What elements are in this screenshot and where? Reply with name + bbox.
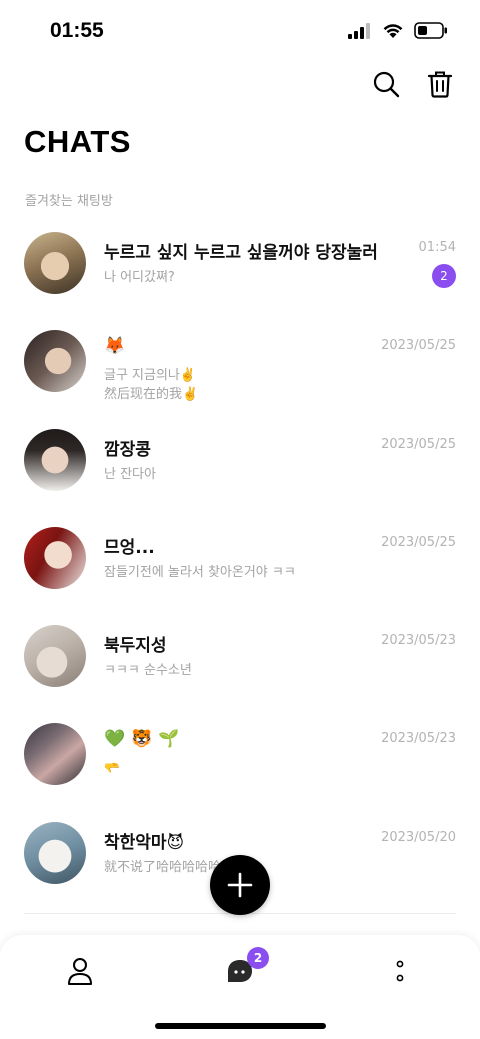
home-indicator (155, 1023, 326, 1029)
avatar (24, 526, 86, 589)
chat-name: 누르고 싶지 누르고 싶을꺼야 당장눌러 (104, 243, 378, 263)
chat-row[interactable]: 북두지성 ㅋㅋㅋ 순수소년 2023/05/23 (0, 607, 480, 705)
avatar (24, 625, 86, 688)
favorites-section-label: 즐겨찾는 채팅방 (25, 194, 113, 209)
chat-time: 2023/05/25 (381, 338, 456, 354)
chats-tab-badge: 2 (247, 947, 269, 969)
chat-time: 2023/05/23 (381, 731, 456, 747)
status-time: 01:55 (50, 19, 104, 42)
avatar (24, 821, 86, 884)
person-icon (68, 958, 92, 985)
avatar (24, 330, 86, 393)
chat-preview-line: 然后现在的我✌️ (104, 387, 199, 403)
avatar (24, 428, 86, 491)
more-icon (396, 960, 404, 982)
chat-preview: 나 어디갔쪄? (104, 270, 175, 285)
chat-row[interactable]: 🦊 글구 지금의나✌️ 然后现在的我✌️ 2023/05/25 (0, 312, 480, 410)
chat-name: 깜장콩 (104, 439, 151, 460)
chat-preview: 난 잔다아 (104, 466, 156, 482)
chat-row[interactable]: 므엉... 잠들기전에 놀라서 찾아온거야 ㅋㅋ 2023/05/25 (0, 509, 480, 607)
chat-preview-line: 글구 지금의나✌️ (104, 368, 197, 384)
unread-badge: 2 (432, 264, 456, 288)
chat-preview: 🫳 (104, 761, 121, 777)
wifi-icon (383, 23, 403, 38)
avatar (24, 723, 86, 786)
chat-time: 2023/05/25 (381, 534, 456, 550)
chat-name: 므엉... (104, 537, 155, 558)
chat-time: 2023/05/20 (381, 829, 456, 845)
chat-name: 💚 🐯 🌱 (104, 729, 180, 750)
plus-icon (227, 872, 253, 898)
trash-icon (427, 71, 453, 98)
status-icons (348, 22, 448, 39)
chat-name: 착한악마😈 (104, 832, 185, 853)
chat-row[interactable]: 누르고 싶지 누르고 싶을꺼야 당장눌러 나 어디갔쪄? 01:54 2 (0, 214, 480, 312)
chat-time: 01:54 (418, 240, 456, 255)
battery-icon (414, 22, 447, 39)
new-chat-button[interactable] (210, 855, 270, 915)
chat-preview: 글구 지금의나✌️ 然后现在的我✌️ (104, 366, 198, 404)
chat-row[interactable]: 💚 🐯 🌱 🫳 2023/05/23 (0, 705, 480, 803)
search-button[interactable] (370, 68, 402, 100)
chat-preview: ㅋㅋㅋ 순수소년 (104, 663, 192, 679)
chat-preview: 就不说了哈哈哈哈哈 (104, 859, 222, 875)
signal-icon (348, 22, 370, 39)
chat-preview: 잠들기전에 놀라서 찾아온거야 ㅋㅋ (104, 564, 296, 580)
chat-list: 누르고 싶지 누르고 싶을꺼야 당장눌러 나 어디갔쪄? 01:54 2 🦊 글… (0, 214, 480, 902)
header-toolbar (370, 68, 456, 100)
delete-button[interactable] (424, 68, 456, 100)
page-title: CHATS (24, 124, 131, 159)
tab-more[interactable] (380, 951, 420, 991)
chat-time: 2023/05/23 (381, 633, 456, 649)
chat-name: 🦊 (104, 336, 126, 357)
search-icon (373, 71, 400, 98)
chat-name: 북두지성 (104, 636, 167, 657)
avatar (24, 232, 86, 294)
tab-profile[interactable] (60, 951, 100, 991)
chat-time: 2023/05/25 (381, 436, 456, 452)
status-bar: 01:55 (0, 0, 480, 62)
chat-row[interactable]: 깜장콩 난 잔다아 2023/05/25 (0, 411, 480, 509)
